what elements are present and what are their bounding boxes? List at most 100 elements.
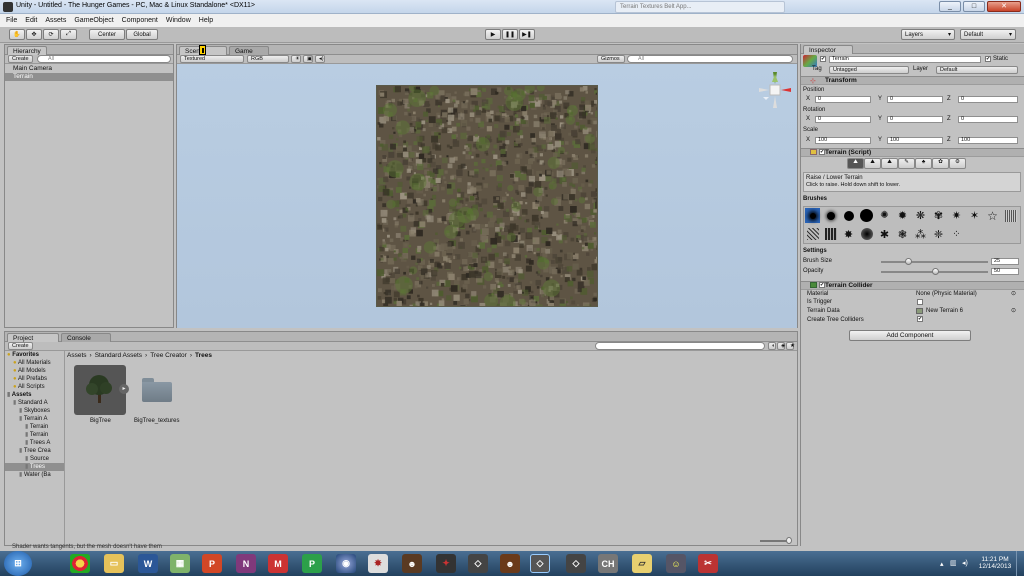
pivot-global-button[interactable]: Global bbox=[126, 29, 158, 40]
brush-icon[interactable]: ✹ bbox=[895, 208, 910, 223]
collider-enabled-checkbox[interactable]: ✔ bbox=[819, 282, 825, 288]
brush-size-slider[interactable] bbox=[881, 258, 988, 265]
brush-icon[interactable] bbox=[823, 227, 838, 242]
volume-icon[interactable]: ◂) bbox=[962, 559, 968, 567]
brush-icon[interactable] bbox=[805, 208, 820, 223]
brush-icon[interactable]: ✺ bbox=[877, 208, 892, 223]
maximize-button[interactable]: □ bbox=[963, 1, 985, 12]
notes-icon[interactable]: ▱ bbox=[632, 554, 652, 573]
scene-search-input[interactable]: All bbox=[627, 55, 793, 63]
app-icon[interactable]: ☺ bbox=[666, 554, 686, 573]
tree-item[interactable]: ▮ Skyboxes bbox=[5, 407, 64, 415]
object-name-field[interactable]: Terrain bbox=[829, 56, 981, 63]
brush-icon[interactable]: ✷ bbox=[949, 208, 964, 223]
brush-icon[interactable] bbox=[823, 208, 838, 223]
start-button[interactable]: ⊞ bbox=[4, 551, 32, 576]
brush-icon[interactable]: ❈ bbox=[931, 227, 946, 242]
terrain-script-header[interactable]: Terrain (Script) bbox=[801, 148, 1024, 157]
paint-texture-tool-icon[interactable]: ✎ bbox=[898, 158, 915, 169]
active-checkbox[interactable]: ✔ bbox=[820, 56, 826, 62]
hierarchy-search-input[interactable]: All bbox=[37, 55, 171, 63]
game-app-icon[interactable]: ☻ bbox=[500, 554, 520, 573]
tree-item[interactable]: ▮ Assets bbox=[5, 391, 64, 399]
add-component-button[interactable]: Add Component bbox=[849, 330, 971, 341]
brush-icon[interactable] bbox=[859, 208, 874, 223]
tree-item[interactable]: ▮ Terrain A bbox=[5, 415, 64, 423]
raise-lower-tool-icon[interactable]: ⛰ bbox=[847, 158, 864, 169]
terrain-collider-header[interactable]: Terrain Collider bbox=[801, 281, 1024, 290]
play-button[interactable]: ▶ bbox=[485, 29, 501, 40]
tree-item[interactable]: ● All Prefabs bbox=[5, 375, 64, 383]
menu-edit[interactable]: Edit bbox=[25, 17, 37, 24]
scale-x-field[interactable]: 100 bbox=[815, 137, 871, 144]
tag-dropdown[interactable]: Untagged bbox=[829, 66, 909, 74]
network-icon[interactable]: ▥ bbox=[950, 559, 957, 567]
close-button[interactable]: ✕ bbox=[987, 1, 1021, 12]
menu-component[interactable]: Component bbox=[122, 17, 158, 24]
terrain-settings-tool-icon[interactable]: ⚙ bbox=[949, 158, 966, 169]
tab-hierarchy[interactable]: Hierarchy bbox=[7, 46, 47, 55]
menu-assets[interactable]: Assets bbox=[45, 17, 66, 24]
tree-item[interactable]: ● All Scripts bbox=[5, 383, 64, 391]
asset-label[interactable]: BigTree_textures bbox=[134, 418, 179, 424]
unity-icon[interactable]: ◇ bbox=[468, 554, 488, 573]
hierarchy-item-main-camera[interactable]: Main Camera bbox=[5, 65, 173, 73]
tree-item[interactable]: ● Favorites bbox=[5, 351, 64, 359]
scale-tool-icon[interactable]: ⤢ bbox=[60, 29, 77, 40]
brush-icon[interactable]: ❃ bbox=[895, 227, 910, 242]
ch-app-icon[interactable]: CH bbox=[598, 554, 618, 573]
paint-details-tool-icon[interactable]: ✿ bbox=[932, 158, 949, 169]
clock[interactable]: 11:21 PM 12/14/2013 bbox=[978, 556, 1012, 570]
menu-window[interactable]: Window bbox=[166, 17, 191, 24]
unity-active-icon[interactable]: ◇ bbox=[530, 554, 550, 573]
material-value[interactable]: None (Physic Material) bbox=[916, 291, 977, 297]
rotate-tool-icon[interactable]: ⟳ bbox=[43, 29, 59, 40]
tab-project[interactable]: Project bbox=[7, 333, 59, 342]
place-trees-tool-icon[interactable]: ♣ bbox=[915, 158, 932, 169]
hand-tool-icon[interactable]: ✋ bbox=[9, 29, 25, 40]
tree-item[interactable]: ▮ Tree Crea bbox=[5, 447, 64, 455]
scene-viewport[interactable] bbox=[177, 64, 797, 328]
rotation-x-field[interactable]: 0 bbox=[815, 116, 871, 123]
project-search-input[interactable] bbox=[595, 342, 765, 350]
folder-icon[interactable] bbox=[142, 378, 172, 402]
tree-item[interactable]: ▮ Terrain bbox=[5, 423, 64, 431]
smooth-height-tool-icon[interactable]: ⛰ bbox=[881, 158, 898, 169]
brush-size-field[interactable]: 25 bbox=[991, 258, 1019, 265]
object-picker-icon[interactable]: ⊙ bbox=[1011, 290, 1016, 297]
game-app-icon[interactable]: ✦ bbox=[436, 554, 456, 573]
brush-icon[interactable]: ⁘ bbox=[949, 227, 964, 242]
audio-toggle-icon[interactable]: ◂) bbox=[315, 55, 325, 63]
brush-icon[interactable]: ✶ bbox=[967, 208, 982, 223]
brush-icon[interactable]: ✸ bbox=[841, 227, 856, 242]
lighting-toggle-icon[interactable]: ☀ bbox=[291, 55, 301, 63]
tree-item[interactable]: ● All Materials bbox=[5, 359, 64, 367]
word-icon[interactable]: W bbox=[138, 554, 158, 573]
filter-by-type-icon[interactable]: ◐ bbox=[768, 342, 776, 350]
zoom-slider[interactable] bbox=[760, 537, 792, 544]
layout-dropdown[interactable]: Default ▾ bbox=[960, 29, 1016, 40]
game-app-icon[interactable]: ✸ bbox=[368, 554, 388, 573]
brush-icon[interactable] bbox=[1003, 208, 1018, 223]
media-app-icon[interactable]: M bbox=[268, 554, 288, 573]
step-button[interactable]: ▶❚ bbox=[519, 29, 535, 40]
favorite-icon[interactable]: ★ bbox=[786, 342, 795, 350]
rotation-y-field[interactable]: 0 bbox=[887, 116, 943, 123]
minimize-button[interactable]: _ bbox=[939, 1, 961, 12]
breadcrumb-item[interactable]: Assets bbox=[67, 351, 87, 360]
layer-dropdown[interactable]: Default bbox=[936, 66, 1018, 74]
opacity-slider[interactable] bbox=[881, 268, 988, 275]
tree-item[interactable]: ▮ Terrain bbox=[5, 431, 64, 439]
terrain-data-value[interactable]: New Terrain 6 bbox=[926, 308, 963, 314]
brush-icon[interactable]: ⁂ bbox=[913, 227, 928, 242]
image-effects-icon[interactable]: ▣ bbox=[303, 55, 313, 63]
explorer-icon[interactable]: ▭ bbox=[104, 554, 124, 573]
brush-icon[interactable]: ✾ bbox=[931, 208, 946, 223]
rotation-z-field[interactable]: 0 bbox=[958, 116, 1018, 123]
layers-dropdown[interactable]: Layers ▾ bbox=[901, 29, 955, 40]
menu-gameobject[interactable]: GameObject bbox=[74, 17, 113, 24]
gizmos-dropdown[interactable]: Gizmos bbox=[597, 55, 625, 63]
powerpoint-icon[interactable]: P bbox=[202, 554, 222, 573]
background-window-tab[interactable]: Terrain Textures Belt App... bbox=[615, 1, 785, 13]
tab-console[interactable]: Console bbox=[61, 333, 111, 342]
